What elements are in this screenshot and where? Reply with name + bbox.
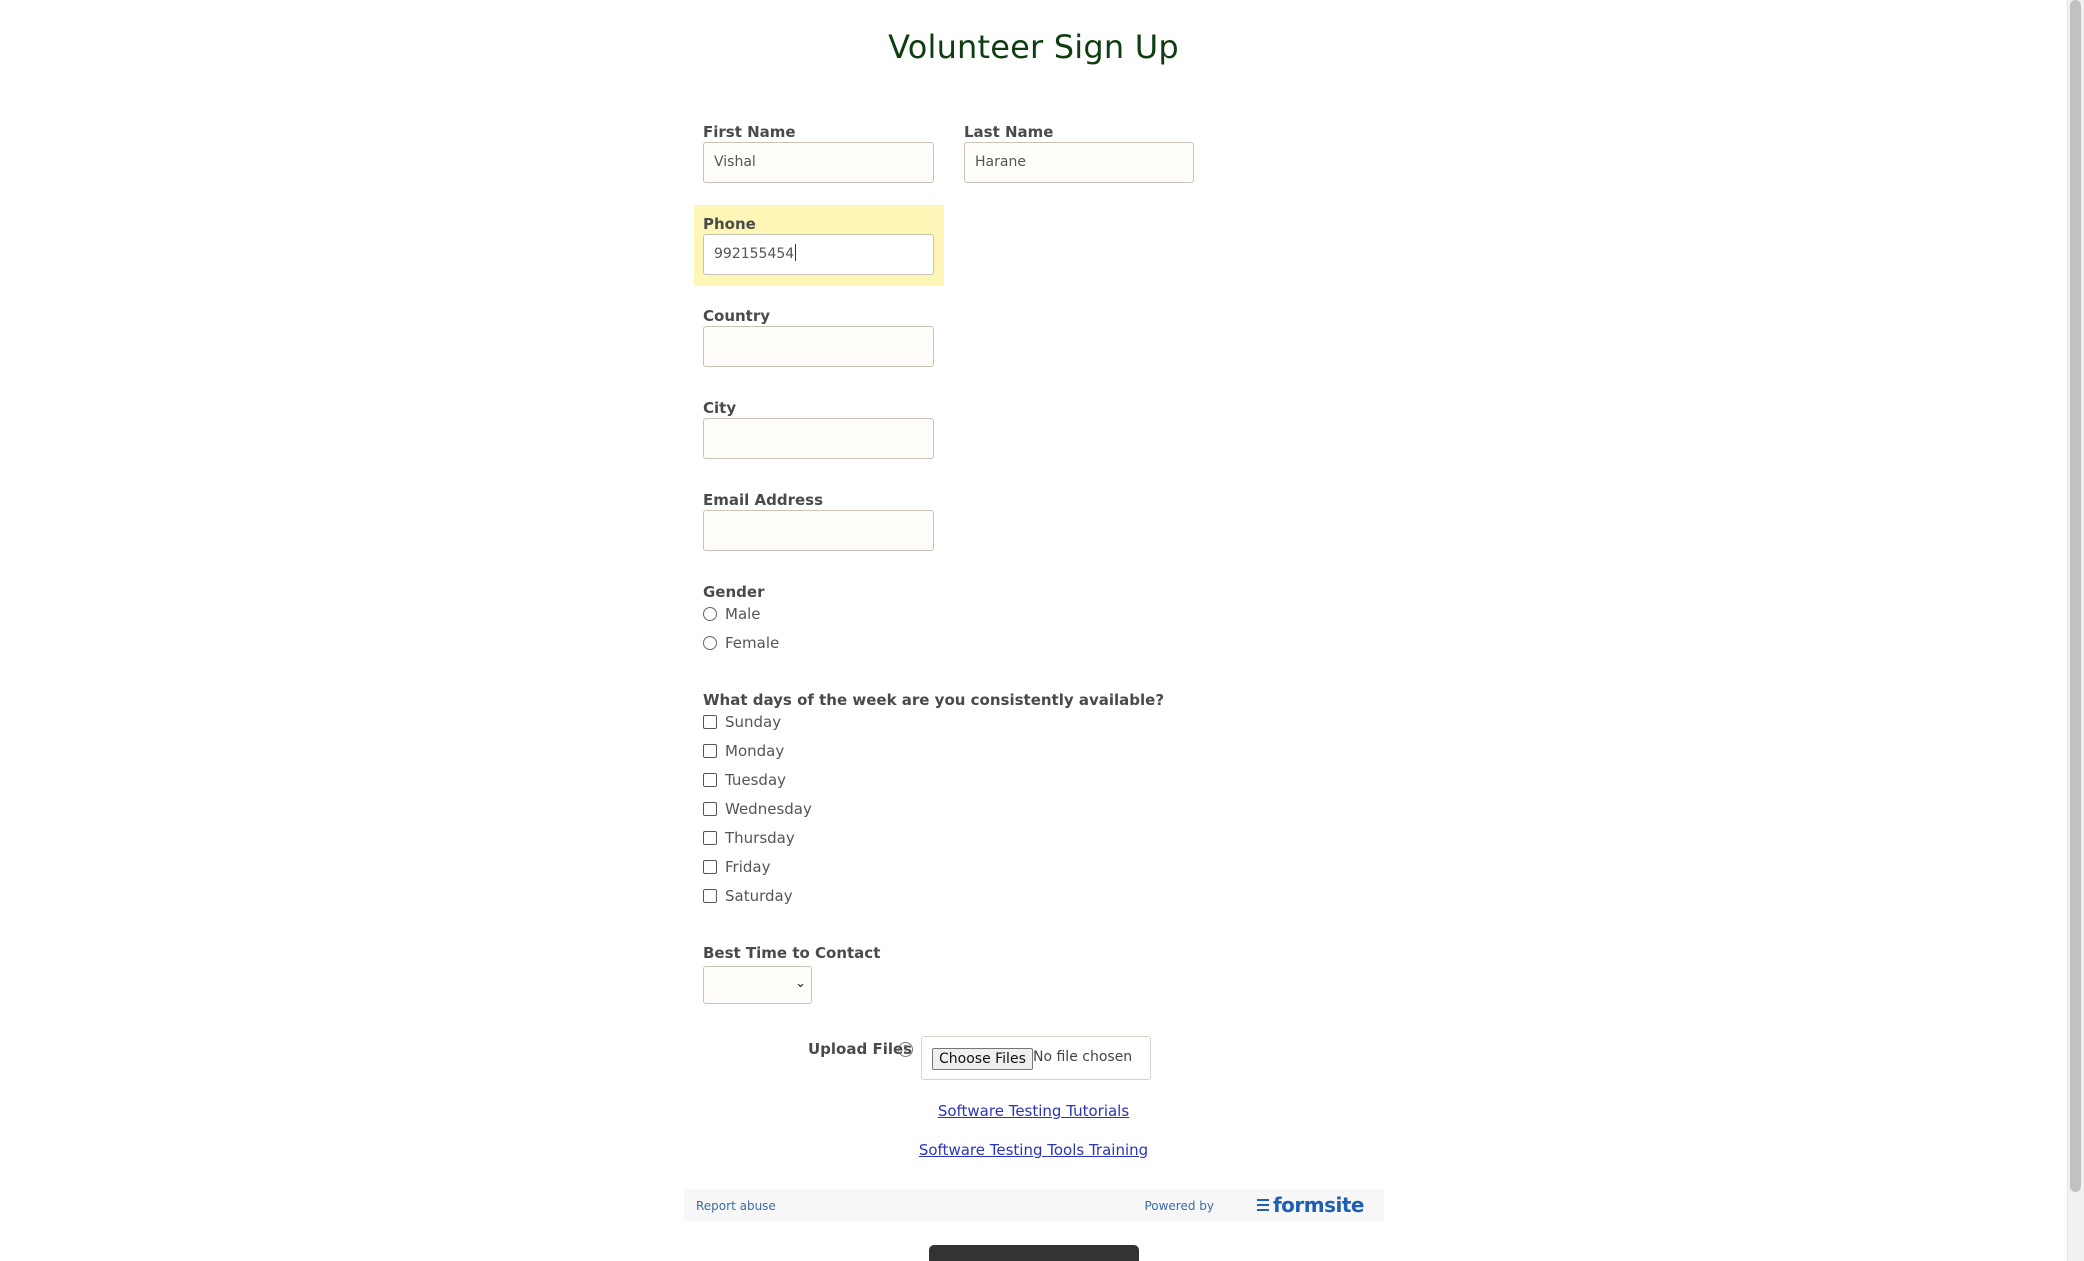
day-option-label: Friday	[725, 858, 771, 876]
checkbox-monday[interactable]	[703, 744, 717, 758]
day-option-sunday[interactable]: Sunday	[703, 711, 781, 733]
day-option-wednesday[interactable]: Wednesday	[703, 798, 812, 820]
page-title: Volunteer Sign Up	[888, 28, 1179, 66]
day-option-friday[interactable]: Friday	[703, 856, 770, 878]
checkbox-wednesday[interactable]	[703, 802, 717, 816]
help-icon[interactable]: ?	[898, 1042, 913, 1057]
city-input[interactable]	[703, 418, 934, 459]
checkbox-friday[interactable]	[703, 860, 717, 874]
radio-female[interactable]	[703, 636, 717, 650]
formsite-logo[interactable]: formsite	[1256, 1193, 1365, 1217]
day-option-monday[interactable]: Monday	[703, 740, 784, 762]
checkbox-saturday[interactable]	[703, 889, 717, 903]
city-label: City	[703, 399, 737, 417]
best-time-label: Best Time to Contact	[703, 944, 881, 962]
first-name-label: First Name	[703, 123, 796, 141]
day-option-label: Sunday	[725, 713, 782, 731]
file-status-text: No file chosen	[1033, 1049, 1133, 1065]
gender-option-male[interactable]: Male	[703, 603, 761, 625]
gender-label: Gender	[703, 583, 765, 601]
submit-button[interactable]	[929, 1245, 1139, 1261]
last-name-label: Last Name	[964, 123, 1054, 141]
formsite-logo-icon	[1256, 1199, 1269, 1213]
day-option-thursday[interactable]: Thursday	[703, 827, 795, 849]
gender-option-female[interactable]: Female	[703, 632, 779, 654]
form-footer: Report abuse Powered by formsite	[684, 1189, 1384, 1221]
best-time-select[interactable]: ⌄	[703, 966, 812, 1004]
phone-value: 992155454	[714, 246, 795, 262]
scrollbar-thumb[interactable]	[2070, 0, 2081, 1192]
phone-input[interactable]: 992155454	[703, 234, 934, 275]
checkbox-sunday[interactable]	[703, 715, 717, 729]
phone-label: Phone	[703, 215, 756, 233]
gender-option-label: Male	[725, 605, 761, 623]
software-testing-tools-training-link[interactable]: Software Testing Tools Training	[919, 1141, 1148, 1159]
report-abuse-link[interactable]: Report abuse	[696, 1199, 776, 1213]
file-upload-field[interactable]: Choose Files No file chosen	[921, 1036, 1151, 1080]
radio-male[interactable]	[703, 607, 717, 621]
choose-files-button[interactable]: Choose Files	[932, 1048, 1033, 1070]
day-option-label: Monday	[725, 742, 785, 760]
day-option-tuesday[interactable]: Tuesday	[703, 769, 786, 791]
day-option-label: Thursday	[725, 829, 795, 847]
chevron-down-icon: ⌄	[795, 976, 806, 991]
country-label: Country	[703, 307, 771, 325]
day-option-label: Saturday	[725, 887, 793, 905]
email-label: Email Address	[703, 491, 824, 509]
day-option-saturday[interactable]: Saturday	[703, 885, 793, 907]
day-option-label: Wednesday	[725, 800, 812, 818]
software-testing-tutorials-link[interactable]: Software Testing Tutorials	[938, 1102, 1129, 1120]
country-input[interactable]	[703, 326, 934, 367]
checkbox-tuesday[interactable]	[703, 773, 717, 787]
days-label: What days of the week are you consistent…	[703, 691, 1165, 709]
last-name-input[interactable]: Harane	[964, 142, 1194, 183]
upload-files-label: Upload Files	[808, 1040, 913, 1058]
checkbox-thursday[interactable]	[703, 831, 717, 845]
text-caret	[795, 244, 797, 261]
day-option-label: Tuesday	[725, 771, 787, 789]
powered-by-text: Powered by	[1144, 1199, 1214, 1213]
gender-option-label: Female	[725, 634, 780, 652]
first-name-input[interactable]: Vishal	[703, 142, 934, 183]
email-input[interactable]	[703, 510, 934, 551]
formsite-brand-text: formsite	[1272, 1193, 1365, 1217]
